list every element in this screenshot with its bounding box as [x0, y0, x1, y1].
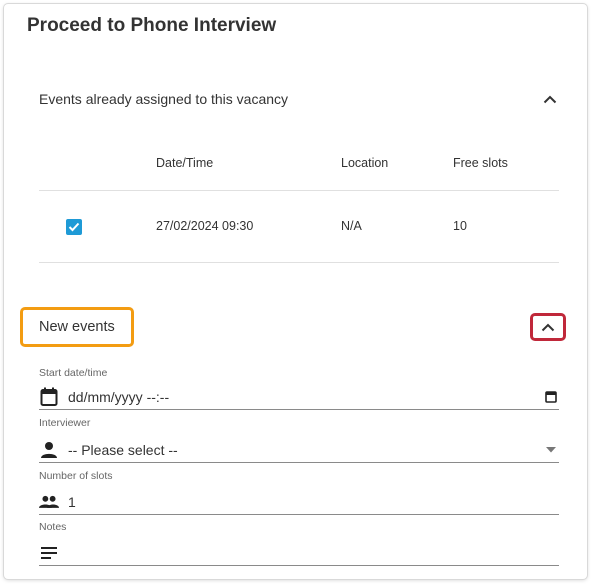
- slots-value: 1: [68, 493, 76, 510]
- check-icon: [68, 222, 80, 232]
- notes-icon: [39, 543, 59, 563]
- table-header: Date/Time Location Free slots: [39, 150, 559, 191]
- row-datetime: 27/02/2024 09:30: [156, 219, 254, 233]
- col-free-slots: Free slots: [453, 156, 508, 170]
- interviewer-select[interactable]: -- Please select --: [39, 437, 559, 463]
- slots-label: Number of slots: [39, 470, 113, 482]
- row-free-slots: 10: [453, 219, 467, 233]
- slots-field: Number of slots 1: [39, 470, 559, 516]
- notes-field: Notes: [39, 521, 559, 567]
- col-location: Location: [341, 156, 389, 170]
- row-checkbox[interactable]: [66, 219, 82, 235]
- start-datetime-field: Start date/time dd/mm/yyyy --:--: [39, 367, 559, 411]
- notes-label: Notes: [39, 521, 67, 533]
- assigned-events-header[interactable]: Events already assigned to this vacancy: [39, 89, 559, 109]
- notes-input[interactable]: [39, 540, 559, 566]
- new-events-header[interactable]: New events: [20, 307, 134, 347]
- interviewer-field: Interviewer -- Please select --: [39, 417, 559, 465]
- table-row: 27/02/2024 09:30 N/A 10: [39, 191, 559, 263]
- start-datetime-value: dd/mm/yyyy --:--: [68, 388, 170, 405]
- person-icon: [39, 440, 59, 460]
- interviewer-value: -- Please select --: [68, 441, 178, 458]
- assigned-events-table: Date/Time Location Free slots 27/02/2024…: [39, 150, 559, 263]
- assigned-events-label: Events already assigned to this vacancy: [39, 91, 289, 107]
- people-icon: [39, 492, 59, 512]
- interviewer-label: Interviewer: [39, 417, 91, 429]
- start-datetime-input[interactable]: dd/mm/yyyy --:--: [39, 384, 559, 410]
- start-datetime-label: Start date/time: [39, 367, 108, 379]
- col-datetime: Date/Time: [156, 156, 214, 170]
- dialog-title: Proceed to Phone Interview: [27, 15, 277, 36]
- calendar-icon: [39, 387, 59, 407]
- new-events-label: New events: [39, 319, 115, 335]
- row-location: N/A: [341, 219, 362, 233]
- new-events-collapse-button[interactable]: [530, 313, 566, 341]
- chevron-up-icon[interactable]: [541, 90, 559, 108]
- slots-input[interactable]: 1: [39, 489, 559, 515]
- chevron-up-icon: [541, 323, 555, 331]
- date-picker-icon[interactable]: [543, 389, 559, 405]
- dropdown-arrow-icon[interactable]: [543, 442, 559, 458]
